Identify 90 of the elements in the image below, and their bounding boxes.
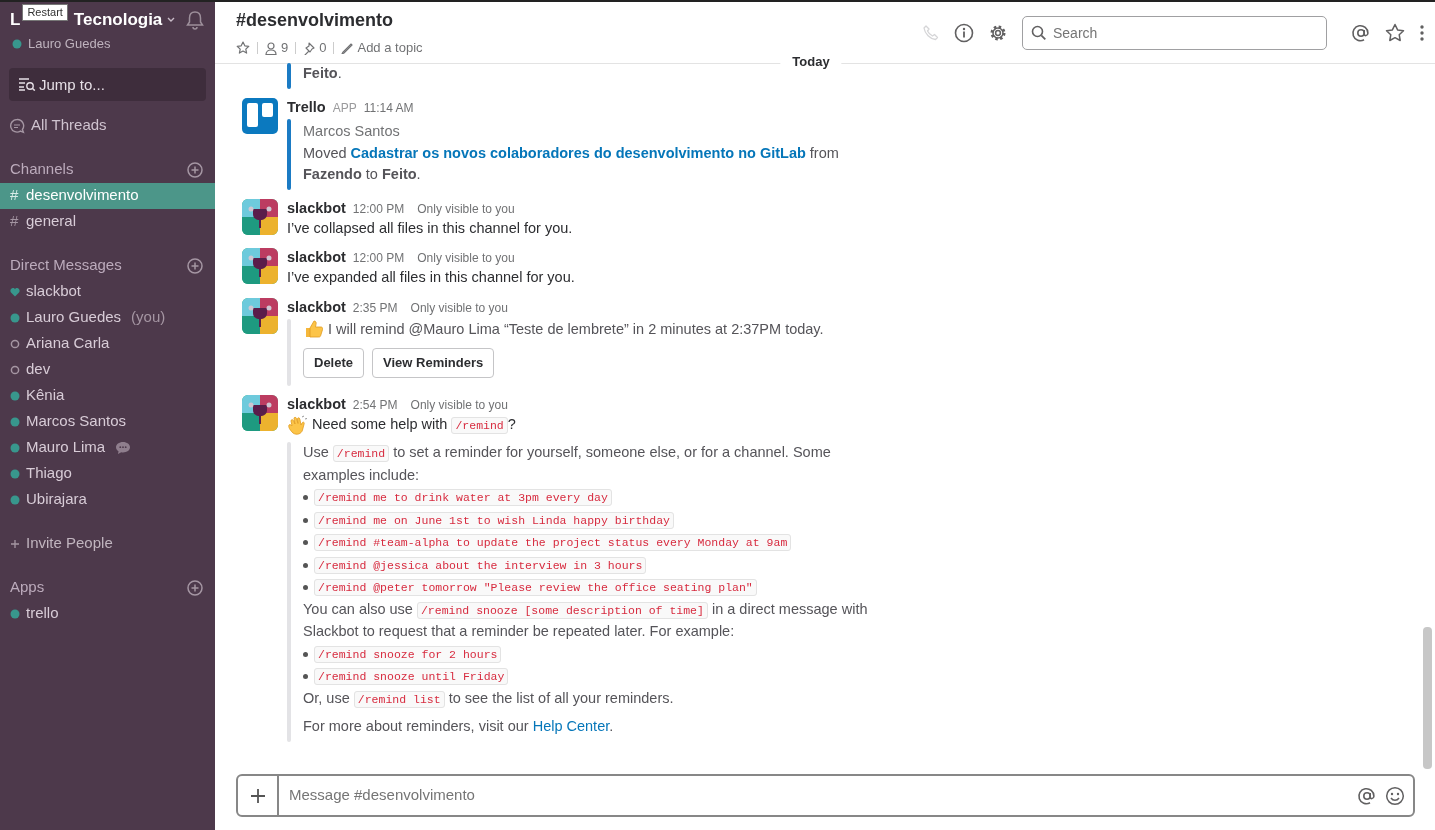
speech-bubble-icon [9,117,25,134]
thumbs-up-icon [303,319,323,340]
code-example: /remind snooze until Friday [314,665,509,688]
avatar-icon [242,248,278,284]
direct-message-item[interactable]: Lauro Guedes (you) [0,304,215,331]
author-name[interactable]: slackbot [287,248,346,266]
author-name[interactable]: slackbot [287,297,346,316]
author-name[interactable]: slackbot [287,394,346,413]
pinned-count[interactable]: 0 [303,38,327,58]
direct-message-item[interactable]: Ariana Carla [0,330,215,357]
message-text: Use /remind to set a reminder for yourself, someone else, or for a channel. Some examples include: [303,443,832,485]
direct-message-item[interactable]: Kênia [0,382,215,409]
section-title[interactable]: Apps [10,576,45,599]
section-title[interactable]: Direct Messages [10,254,122,277]
message-text: Or, use /remind list to see the list of all your reminders. [303,688,675,710]
message-text: I will remind @Mauro Lima “Teste de lembrete” in 2 minutes at 2:37PM today. [328,319,824,339]
message-field[interactable]: Message #desenvolvimento [279,776,1357,815]
link[interactable]: Help Center [532,718,610,734]
code-example: /remind @peter tomorrow "Please review the office seating plan" [314,576,757,599]
add-topic-link[interactable]: Add a topic [341,38,423,58]
author-name[interactable]: Trello [287,97,326,116]
add-circle-icon[interactable] [187,257,203,274]
star-icon[interactable] [1385,22,1405,43]
author-name[interactable]: slackbot [287,198,346,217]
direct-message-item[interactable]: Ubirajara [0,486,215,513]
direct-message-item[interactable]: Thiago [0,460,215,487]
more-options-icon[interactable] [1419,23,1425,42]
direct-message-item[interactable]: dev [0,356,215,383]
add-circle-icon[interactable] [187,161,203,178]
heart-icon [10,286,20,297]
star-icon[interactable] [236,41,250,55]
board-icon [242,97,278,134]
direct-message-item[interactable]: Mauro Lima [0,434,215,461]
link[interactable]: Cadastrar os novos colaboradores do desenvolvimento no GitLab [350,144,806,161]
jump-to-field[interactable]: Jump to... [9,67,206,101]
workspace-name[interactable]: Tecnologia [73,7,163,33]
search-field[interactable]: Search [1022,15,1327,50]
action-button[interactable]: Delete [303,348,365,378]
visibility-note: Only visible to you [417,250,515,267]
timestamp[interactable]: 12:00 PM [352,199,405,218]
plus-icon [10,538,20,549]
message-text: Moved Cadastrar os novos colaboradores do desenvolvimento no GitLab from Fazendo to Feito. [303,143,840,184]
smiley-icon[interactable] [1385,785,1405,806]
timestamp[interactable]: 12:00 PM [352,249,405,267]
all-threads-link[interactable]: All Threads [0,112,215,139]
message-text: For more about reminders, visit our Help Center. [303,717,615,736]
visibility-note: Only visible to you [410,299,508,317]
avatar-icon [242,297,278,334]
at-sign-icon[interactable] [1357,785,1377,806]
message-text: Feito. [303,64,342,83]
member-count[interactable]: 9 [265,38,289,58]
message-text: Need some help with /remind ? [312,414,516,436]
message-text: You can also use /remind snooze [some description of time] in a direct message with Slackbot to request that a reminder be repeated later. For example: [303,599,869,641]
channel-item[interactable]: # general [0,208,215,235]
action-button[interactable]: View Reminders [372,348,495,378]
timestamp[interactable]: 11:14 AM [363,98,414,117]
code-example: /remind #team-alpha to update the project status every Monday at 9am [314,531,792,554]
timestamp[interactable]: 2:54 PM [352,395,398,414]
plus-icon[interactable] [249,787,266,804]
section-title[interactable]: Channels [10,158,74,181]
invite-people-link[interactable]: Invite People [0,530,215,557]
pencil-icon [341,42,354,54]
timestamp[interactable]: 2:35 PM [352,298,398,317]
add-circle-icon[interactable] [187,579,203,596]
app-label: APP [332,99,357,117]
workspace-name[interactable]: L [10,7,21,33]
direct-message-item[interactable]: trello [0,600,215,627]
direct-message-item[interactable]: Marcos Santos [0,408,215,435]
waving-hand-icon [287,414,307,435]
pin-icon [303,41,316,55]
user-name: Lauro Guedes [28,35,111,53]
direct-message-item[interactable]: slackbot [0,278,215,305]
chevron-down-icon[interactable] [166,16,177,24]
visibility-note: Only visible to you [410,396,508,414]
person-icon [265,41,277,55]
channel-item[interactable]: # desenvolvimento [0,182,215,209]
at-sign-icon[interactable] [1351,22,1371,43]
avatar-icon [242,198,278,235]
bell-icon[interactable] [185,10,205,30]
message-text: I’ve expanded all files in this channel for you. [287,268,576,287]
avatar-icon [242,394,278,431]
info-icon[interactable] [954,22,974,43]
tooltip: Restart [22,4,68,21]
channel-title: #desenvolvimento [236,10,394,31]
message-text: I’ve collapsed all files in this channel for you. [287,218,574,238]
visibility-note: Only visible to you [417,200,515,218]
scrollbar-thumb[interactable] [1423,627,1432,769]
attachment-title: Marcos Santos [303,122,400,139]
code-example: /remind me to drink water at 3pm every day [314,486,612,509]
message-composer[interactable]: Message #desenvolvimento [236,774,1415,817]
